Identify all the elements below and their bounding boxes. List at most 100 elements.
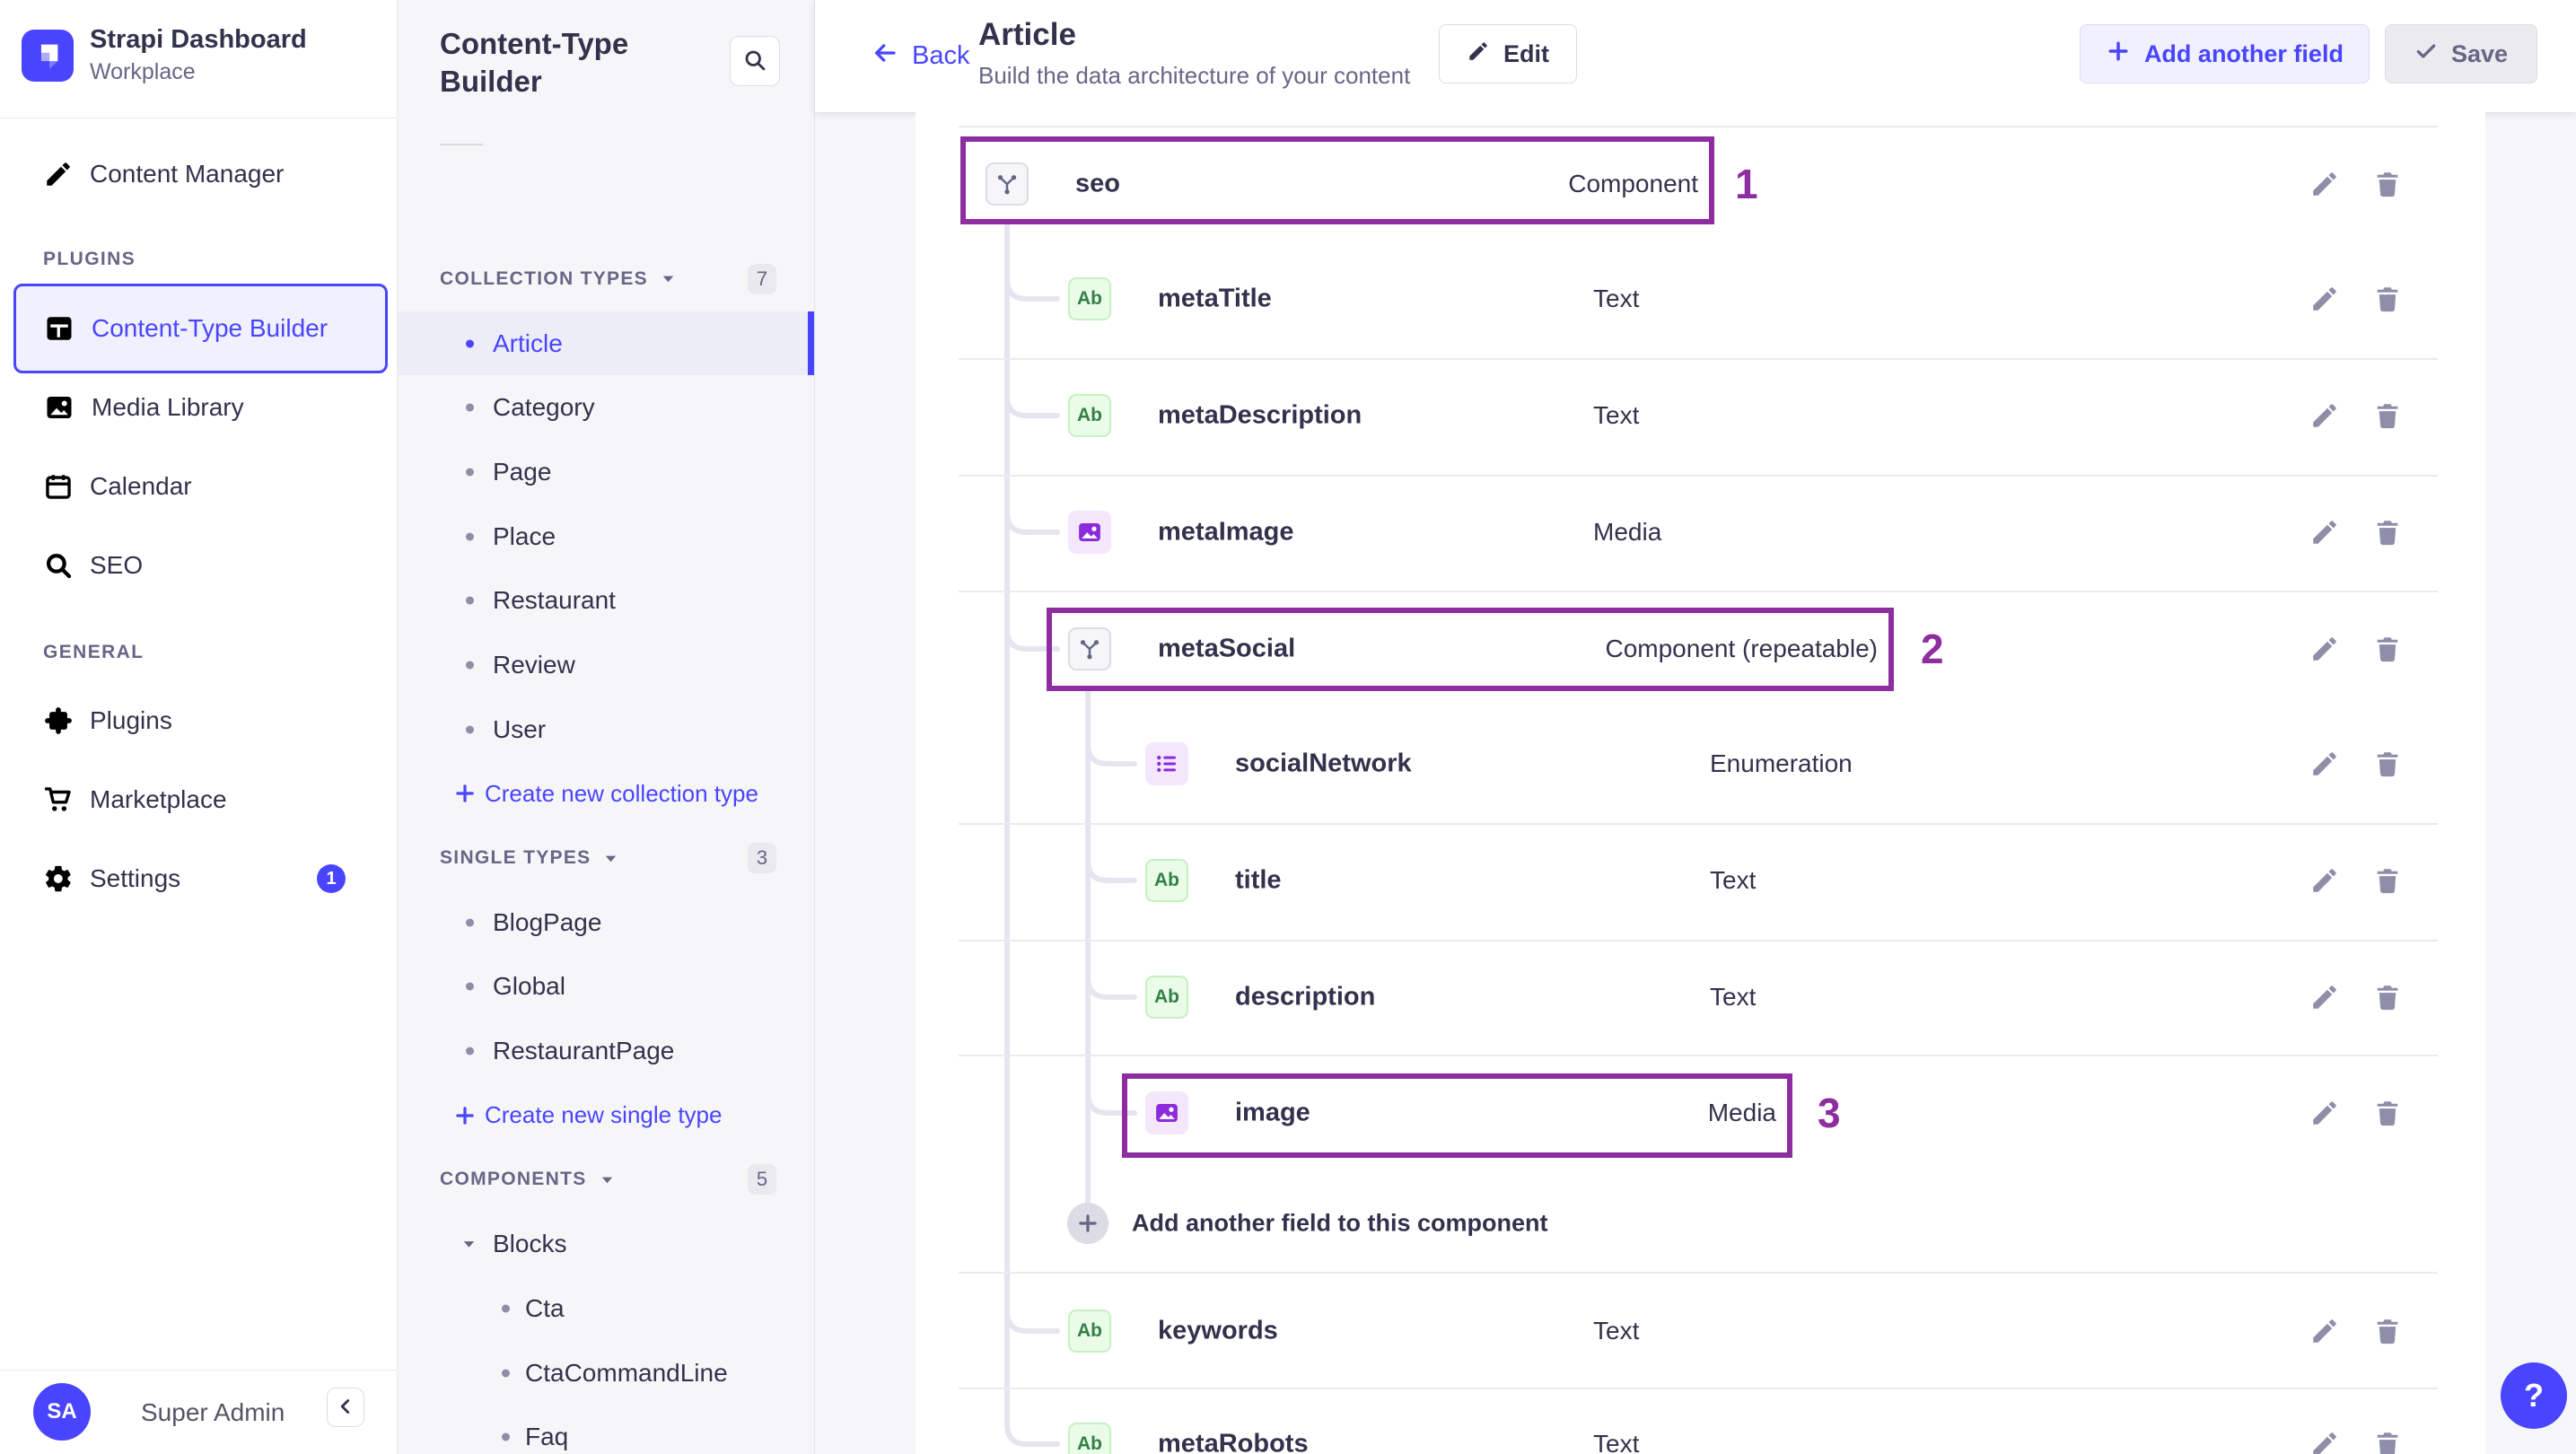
subnav-item-user[interactable]: User xyxy=(398,697,814,762)
sidebar-item-content-manager[interactable]: Content Manager xyxy=(0,143,398,206)
subnav-item-category[interactable]: Category xyxy=(398,375,814,440)
edit-field-button[interactable] xyxy=(2305,861,2344,900)
delete-field-button[interactable] xyxy=(2368,1311,2407,1351)
field-row-metaImage: metaImage Media xyxy=(916,495,2485,570)
edit-field-button[interactable] xyxy=(2305,1093,2344,1133)
row-divider xyxy=(959,1055,2438,1056)
delete-field-button[interactable] xyxy=(2368,629,2407,669)
chevron-down-icon[interactable] xyxy=(460,1236,478,1253)
subnav-action-create-new-collection-type[interactable]: Create new collection type xyxy=(398,762,814,827)
edit-field-button[interactable] xyxy=(2305,977,2344,1017)
help-button[interactable]: ? xyxy=(2501,1362,2567,1429)
sidebar-item-marketplace[interactable]: Marketplace xyxy=(0,768,398,831)
page-header: Back Article Build the data architecture… xyxy=(815,0,2576,112)
subnav-action-label: Create new collection type xyxy=(485,779,758,807)
row-divider xyxy=(959,358,2438,360)
chevron-down-icon[interactable] xyxy=(599,1171,616,1188)
add-field-to-component-label[interactable]: Add another field to this component xyxy=(1132,1210,1547,1238)
field-name: description xyxy=(1235,982,1376,1012)
pencil-icon xyxy=(1467,39,1490,69)
subnav-item-global[interactable]: Global xyxy=(398,955,814,1020)
trash-icon xyxy=(2372,982,2403,1012)
edit-field-button[interactable] xyxy=(2305,164,2344,204)
delete-field-button[interactable] xyxy=(2368,164,2407,204)
content-type-builder-sidebar: Content-Type Builder COLLECTION TYPES 7 Ar… xyxy=(398,0,815,1454)
sidebar-item-calendar[interactable]: Calendar xyxy=(0,455,398,518)
add-another-field-button[interactable]: Add another field xyxy=(2079,24,2370,83)
field-row-seo: seo Component xyxy=(916,146,2485,222)
delete-field-button[interactable] xyxy=(2368,1424,2407,1454)
text-field-icon: Ab xyxy=(1068,1309,1111,1353)
edit-field-button[interactable] xyxy=(2305,396,2344,435)
edit-field-button[interactable] xyxy=(2305,512,2344,552)
delete-field-button[interactable] xyxy=(2368,861,2407,900)
edit-field-button[interactable] xyxy=(2305,1311,2344,1351)
bullet-icon xyxy=(466,725,474,734)
add-field-to-component-button[interactable] xyxy=(1067,1203,1108,1244)
subnav-subitem-label: Cta xyxy=(525,1293,565,1322)
enumeration-field-icon xyxy=(1145,742,1188,785)
subnav-item-cta[interactable]: Cta xyxy=(398,1276,814,1341)
sidebar-item-content-type-builder[interactable]: Content-Type Builder xyxy=(13,284,388,373)
delete-field-button[interactable] xyxy=(2368,512,2407,552)
app-title: Strapi Dashboard xyxy=(90,25,307,54)
row-divider xyxy=(959,940,2438,942)
subnav-action-create-new-single-type[interactable]: Create new single type xyxy=(398,1083,814,1148)
subnav-section-single-types: SINGLE TYPES 3 xyxy=(398,826,814,890)
pen-icon xyxy=(43,159,74,189)
subnav-item-restaurantpage[interactable]: RestaurantPage xyxy=(398,1019,814,1083)
field-name: image xyxy=(1235,1098,1310,1127)
subnav-item-article[interactable]: Article xyxy=(398,311,814,376)
delete-field-button[interactable] xyxy=(2368,977,2407,1017)
subnav-item-blogpage[interactable]: BlogPage xyxy=(398,890,814,955)
plus-icon xyxy=(453,782,477,805)
edit-field-button[interactable] xyxy=(2305,744,2344,784)
search-button[interactable] xyxy=(730,36,780,86)
sidebar-item-seo[interactable]: SEO xyxy=(0,534,398,597)
check-icon xyxy=(2414,39,2438,69)
strapi-logo[interactable] xyxy=(22,30,74,82)
subnav-item-ctacommandline[interactable]: CtaCommandLine xyxy=(398,1341,814,1406)
sidebar-item-settings[interactable]: Settings 1 xyxy=(0,847,398,910)
delete-field-button[interactable] xyxy=(2368,279,2407,319)
subnav-item-blocks[interactable]: Blocks xyxy=(398,1212,814,1276)
field-type: Text xyxy=(1710,983,1757,1011)
back-link[interactable]: Back xyxy=(866,0,975,112)
subnav-item-restaurant[interactable]: Restaurant xyxy=(398,568,814,633)
edit-label: Edit xyxy=(1503,39,1549,67)
page-subtitle: Build the data architecture of your cont… xyxy=(978,62,1411,89)
edit-button[interactable]: Edit xyxy=(1439,24,1577,83)
annotation-number-2: 2 xyxy=(1921,626,1944,672)
edit-field-button[interactable] xyxy=(2305,279,2344,319)
bullet-icon xyxy=(466,596,474,605)
field-type: Media xyxy=(1707,1099,1776,1126)
trash-icon xyxy=(2372,1098,2403,1128)
trash-icon xyxy=(2372,517,2403,547)
chevron-down-icon[interactable] xyxy=(660,270,677,287)
delete-field-button[interactable] xyxy=(2368,744,2407,784)
delete-field-button[interactable] xyxy=(2368,1093,2407,1133)
field-name: title xyxy=(1235,865,1282,895)
field-name: metaTitle xyxy=(1158,284,1272,313)
collapse-sidebar-button[interactable] xyxy=(327,1388,364,1427)
chevron-down-icon[interactable] xyxy=(602,850,619,867)
bullet-icon xyxy=(466,403,474,412)
subnav-item-faq[interactable]: Faq xyxy=(398,1405,814,1454)
plus-icon xyxy=(1076,1212,1100,1235)
search-icon xyxy=(43,550,74,581)
annotation-number-1: 1 xyxy=(1735,161,1758,207)
subnav-item-place[interactable]: Place xyxy=(398,504,814,569)
subnav-item-review[interactable]: Review xyxy=(398,633,814,697)
page-head: Article Build the data architecture of y… xyxy=(978,17,1410,90)
sidebar-item-plugins[interactable]: Plugins xyxy=(0,689,398,752)
field-type: Component (repeatable) xyxy=(1605,635,1878,662)
edit-field-button[interactable] xyxy=(2305,1424,2344,1454)
strapi-content-type-builder-screen: Strapi Dashboard Workplace Content Manag… xyxy=(0,0,2576,1454)
subnav-folder-label: Blocks xyxy=(493,1230,567,1258)
delete-field-button[interactable] xyxy=(2368,396,2407,435)
subnav-item-label: Global xyxy=(493,972,565,1001)
subnav-item-page[interactable]: Page xyxy=(398,440,814,504)
sidebar-item-media-library[interactable]: Media Library xyxy=(0,376,398,439)
save-button[interactable]: Save xyxy=(2384,24,2537,83)
edit-field-button[interactable] xyxy=(2305,629,2344,669)
